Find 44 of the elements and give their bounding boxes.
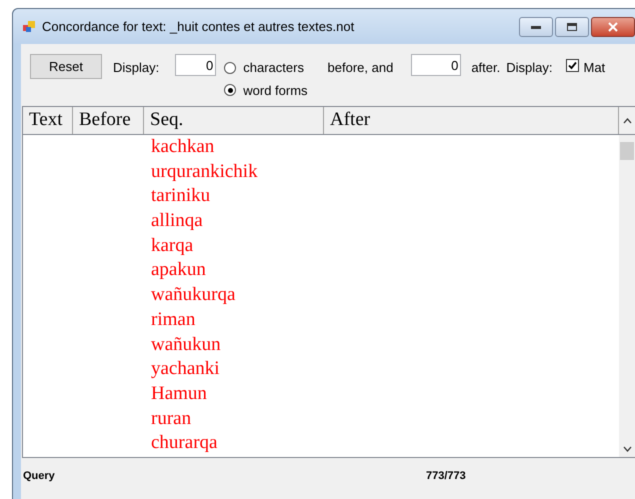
- seq-cell-text: kachkan: [150, 135, 214, 159]
- radio-button[interactable]: [224, 62, 236, 74]
- seq-cell-text: wañukurqa: [150, 283, 236, 308]
- seq-cell-text: wañukun: [150, 332, 221, 356]
- window-title: Concordance for text: _huit contes et autres textes.not: [42, 18, 354, 36]
- after-field[interactable]: 0: [411, 54, 462, 76]
- status-count: 773/773: [426, 468, 466, 484]
- scroll-thumb[interactable]: [620, 142, 634, 160]
- close-icon: [608, 22, 618, 32]
- column-header[interactable]: After: [324, 107, 619, 134]
- column-header[interactable]: Before: [73, 107, 144, 134]
- reset-button[interactable]: Reset: [30, 54, 102, 79]
- minimize-icon: [531, 24, 541, 28]
- seq-cell-text: apakun: [150, 258, 206, 282]
- radio-label: word forms: [243, 82, 308, 100]
- seq-cell-text: ruran: [150, 406, 192, 431]
- display-label: Display:: [506, 59, 552, 77]
- maximize-button[interactable]: [555, 16, 589, 36]
- radio-button[interactable]: [224, 84, 236, 96]
- scroll-down-icon[interactable]: [622, 446, 632, 452]
- column-header[interactable]: Seq.: [144, 107, 324, 134]
- maximize-icon: [567, 22, 577, 30]
- seq-cell-text: churarqa: [150, 431, 218, 456]
- before-field[interactable]: 0: [175, 54, 216, 76]
- radio-label: characters: [243, 59, 304, 77]
- match-checkbox[interactable]: [566, 59, 578, 72]
- checkbox-label: Mat: [584, 59, 606, 77]
- minimize-button[interactable]: [519, 16, 553, 36]
- seq-cell-text: riman: [150, 308, 196, 332]
- scroll-up-icon[interactable]: [622, 118, 632, 124]
- seq-cell-text: Hamun: [150, 382, 207, 406]
- before-and-label: before, and: [328, 59, 394, 77]
- close-button[interactable]: [591, 16, 635, 36]
- display-label: Display:: [113, 59, 160, 77]
- scrollbar[interactable]: [619, 135, 635, 457]
- app-icon: [23, 20, 36, 33]
- column-header[interactable]: Text: [23, 107, 73, 134]
- seq-cell-text: allinqa: [150, 209, 203, 234]
- seq-cell-text: urqurankichik: [150, 160, 258, 184]
- after-label: after.: [471, 59, 500, 77]
- seq-cell-text: yachanki: [150, 357, 220, 382]
- seq-cell-text: tariniku: [150, 184, 210, 208]
- status-query: Query: [23, 468, 56, 484]
- seq-cell-text: karqa: [150, 234, 194, 258]
